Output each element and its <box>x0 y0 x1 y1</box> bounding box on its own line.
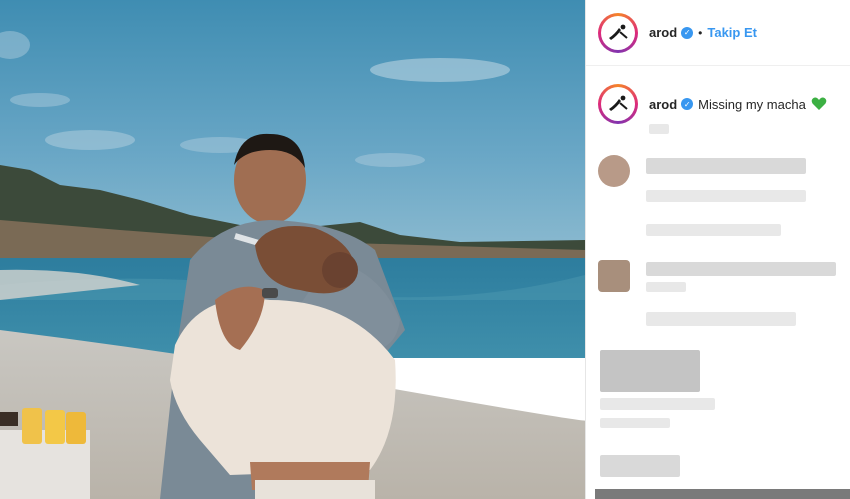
verified-badge-icon: ✓ <box>681 98 694 110</box>
batter-logo-icon <box>609 95 628 111</box>
bottom-scrollbar[interactable] <box>595 489 850 499</box>
caption-author-username[interactable]: arod <box>649 97 677 112</box>
comment-meta-blurred <box>646 224 781 236</box>
comment-text-blurred <box>600 455 680 477</box>
batter-logo-icon <box>609 24 628 40</box>
green-heart-icon <box>811 97 827 111</box>
beach-couple-photo <box>0 0 585 499</box>
comment-meta-blurred <box>600 418 670 428</box>
caption-timestamp-blurred <box>649 124 669 134</box>
comment-meta-blurred <box>646 312 796 326</box>
caption-author-avatar[interactable] <box>598 84 638 124</box>
comment-avatar-blurred <box>598 155 630 187</box>
author-username[interactable]: arod <box>649 25 677 40</box>
post-header: arod ✓ • Takip Et <box>586 0 850 66</box>
comment-text-blurred <box>600 398 715 410</box>
verified-badge-icon: ✓ <box>681 26 694 39</box>
author-avatar[interactable] <box>598 12 638 53</box>
post-side-panel: arod ✓ • Takip Et arod ✓ Missing my mach… <box>585 0 850 499</box>
comment-text-blurred <box>600 350 700 392</box>
comment-text-blurred <box>646 282 686 292</box>
comment-text-blurred <box>646 262 836 276</box>
separator-dot: • <box>698 25 703 40</box>
caption-text: Missing my macha <box>698 96 806 112</box>
follow-button[interactable]: Takip Et <box>707 25 757 40</box>
comment-text-blurred <box>646 158 806 174</box>
comment-text-blurred <box>646 190 806 202</box>
caption-row: arod ✓ Missing my macha <box>586 66 850 124</box>
post-photo[interactable] <box>0 0 585 499</box>
comment-avatar-blurred <box>598 260 630 292</box>
